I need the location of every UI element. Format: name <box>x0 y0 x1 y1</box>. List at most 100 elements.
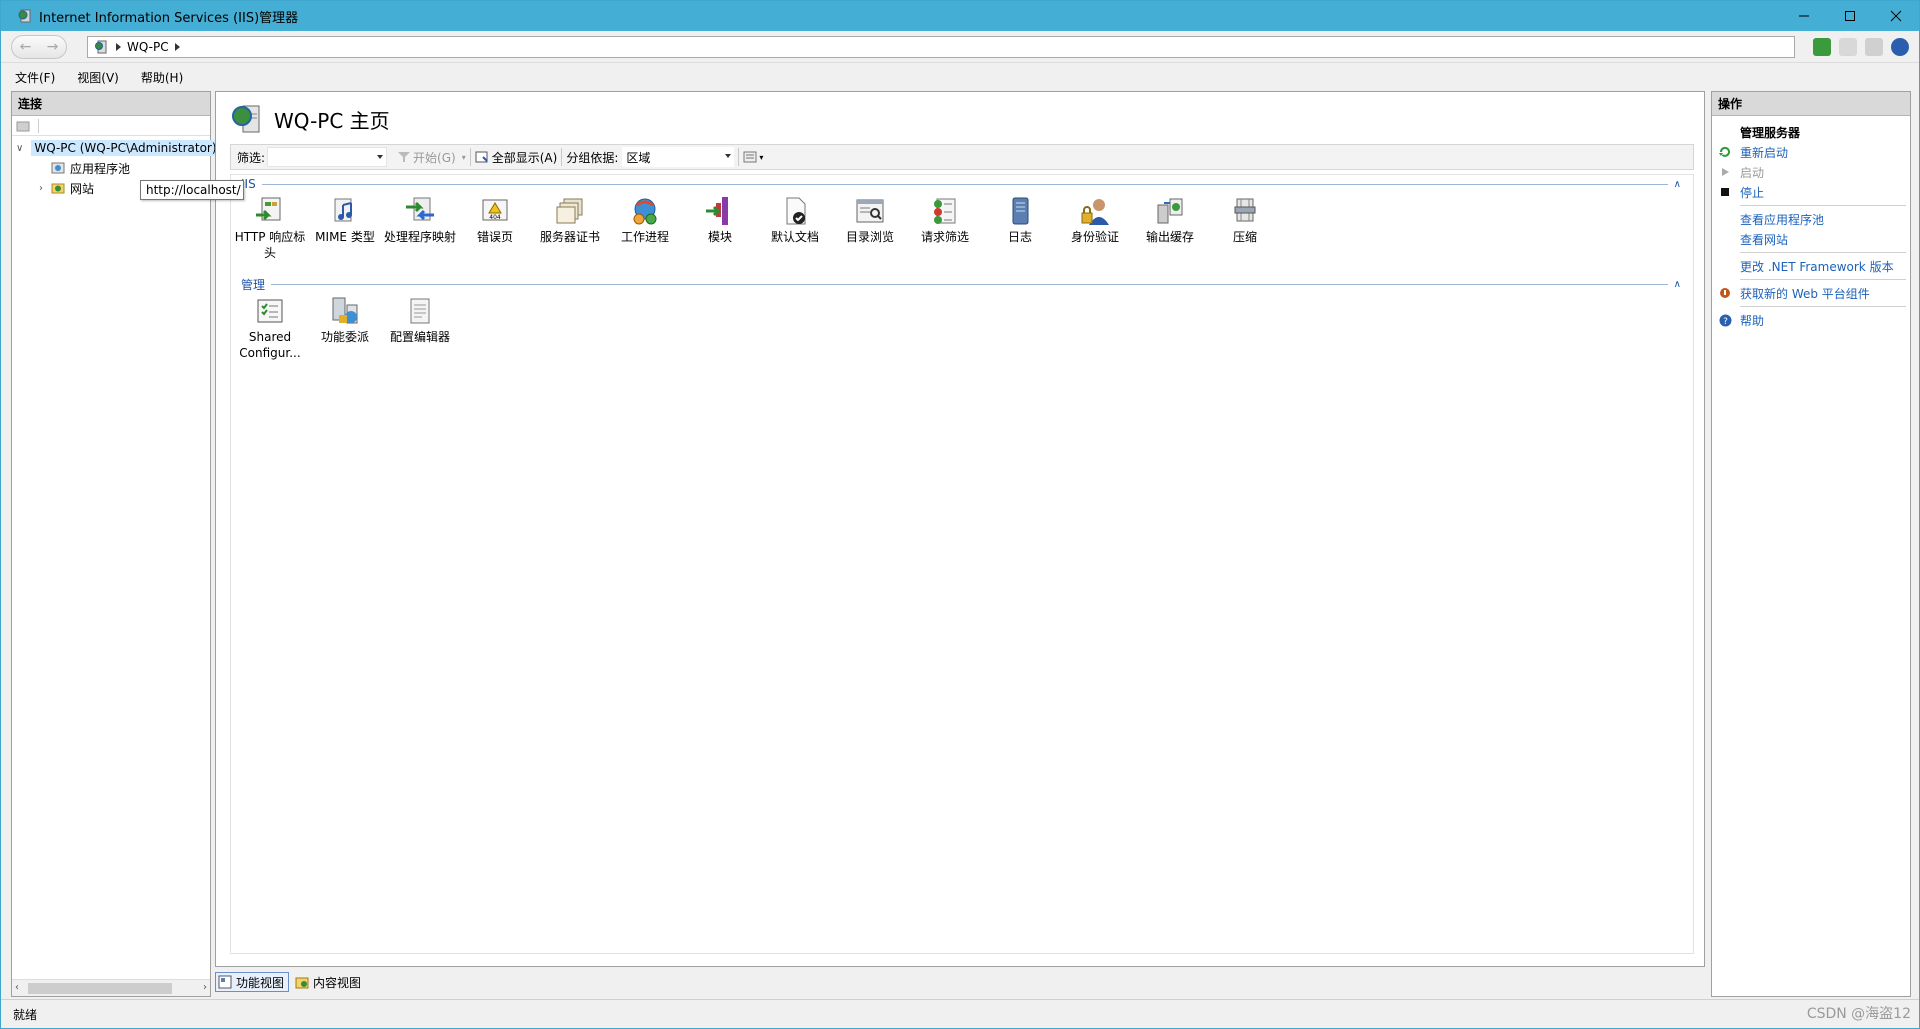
collapse-section-icon[interactable]: ∧ <box>1674 179 1681 190</box>
feature-mime-types[interactable]: MIME 类型 <box>308 195 382 245</box>
iis-app-icon <box>17 8 33 24</box>
home-icon[interactable] <box>1865 38 1883 56</box>
feature-output-caching[interactable]: 输出缓存 <box>1133 195 1207 245</box>
save-connection-icon[interactable] <box>16 119 30 133</box>
actions-header: 操作 <box>1712 92 1910 116</box>
maximize-button[interactable] <box>1827 1 1873 31</box>
section-header-management[interactable]: 管理 ∧ <box>241 275 1681 293</box>
collapse-section-icon[interactable]: ∧ <box>1674 279 1681 290</box>
scroll-right-icon[interactable]: › <box>203 982 207 993</box>
worker-processes-icon <box>633 198 657 225</box>
mime-types-icon <box>334 198 352 222</box>
start-filter-button[interactable]: 开始(G) ▾ <box>397 149 466 166</box>
section-header-iis[interactable]: IIS ∧ <box>241 177 1681 191</box>
show-all-icon <box>475 151 488 163</box>
feature-delegation[interactable]: 功能委派 <box>308 295 382 345</box>
feature-default-document[interactable]: 默认文档 <box>758 195 832 245</box>
tree-label-sites: 网站 <box>70 181 95 196</box>
feature-error-pages[interactable]: 404 错误页 <box>458 195 532 245</box>
minimize-button[interactable] <box>1781 1 1827 31</box>
feature-http-response-headers[interactable]: HTTP 响应标头 <box>233 195 307 261</box>
action-get-web-components[interactable]: 获取新的 Web 平台组件 <box>1712 283 1910 303</box>
page-title: WQ-PC 主页 <box>274 108 390 133</box>
shared-configuration-icon <box>257 299 283 323</box>
refresh-connection-icon[interactable] <box>1813 38 1831 56</box>
action-group-manage-server: 管理服务器 <box>1740 125 1801 140</box>
menu-help[interactable]: 帮助(H) <box>141 69 183 86</box>
status-bar: 就绪 CSDN @海盗12 <box>1 999 1919 1028</box>
show-all-button[interactable]: 全部显示(A) <box>475 149 557 166</box>
address-bar[interactable]: WQ-PC <box>87 36 1795 58</box>
menu-file[interactable]: 文件(F) <box>15 69 55 86</box>
action-view-app-pools[interactable]: 查看应用程序池 <box>1712 209 1910 229</box>
filter-label: 筛选: <box>237 150 266 165</box>
restart-icon <box>1719 146 1730 157</box>
close-button[interactable] <box>1873 1 1919 31</box>
feature-request-filtering[interactable]: 请求筛选 <box>908 195 982 245</box>
page-header: WQ-PC 主页 <box>230 102 390 136</box>
dropdown-caret-icon: ▾ <box>759 152 764 162</box>
feature-server-certificates[interactable]: 服务器证书 <box>533 195 607 245</box>
menu-view[interactable]: 视图(V) <box>77 69 119 86</box>
view-tabs: 功能视图 内容视图 <box>215 971 369 993</box>
feature-shared-configuration[interactable]: Shared Configur... <box>233 295 307 361</box>
configuration-editor-icon <box>410 298 430 324</box>
action-view-sites[interactable]: 查看网站 <box>1712 229 1910 249</box>
feature-directory-browsing[interactable]: 目录浏览 <box>833 195 907 245</box>
feature-worker-processes[interactable]: 工作进程 <box>608 195 682 245</box>
tab-content-view[interactable]: 内容视图 <box>293 972 365 992</box>
app-pool-icon <box>51 162 65 174</box>
dropdown-caret-icon <box>725 154 732 158</box>
server-certificates-icon <box>556 198 583 224</box>
tree-node-app-pools[interactable]: 应用程序池 <box>12 158 210 178</box>
feature-compression[interactable]: 压缩 <box>1208 195 1282 245</box>
window-title: Internet Information Services (IIS)管理器 <box>39 10 299 26</box>
collapse-icon[interactable]: ∨ <box>16 143 23 154</box>
tree-label-server: WQ-PC (WQ-PC\Administrator) <box>31 140 220 156</box>
feature-modules[interactable]: 模块 <box>683 195 757 245</box>
modules-icon <box>706 197 728 225</box>
feature-logging[interactable]: 日志 <box>983 195 1057 245</box>
tab-features-view[interactable]: 功能视图 <box>215 972 290 992</box>
funnel-icon <box>398 152 411 162</box>
nav-buttons: ← → <box>11 35 67 59</box>
action-stop[interactable]: 停止 <box>1712 182 1910 202</box>
connections-header: 连接 <box>12 92 210 116</box>
title-bar: Internet Information Services (IIS)管理器 <box>1 1 1919 31</box>
group-by-label: 分组依据: <box>566 150 619 165</box>
stop-icon[interactable] <box>1839 38 1857 56</box>
group-by-select[interactable]: 区域 <box>622 147 735 167</box>
view-mode-button[interactable]: ▾ <box>743 151 763 163</box>
filter-bar: 筛选: 开始(G) ▾ 全部显示(A) 分组依据: 区域 ▾ <box>230 144 1694 170</box>
features-view-icon <box>218 975 232 989</box>
action-start[interactable]: 启动 <box>1712 162 1910 182</box>
forward-arrow-icon[interactable]: → <box>47 39 59 55</box>
feature-authentication[interactable]: 身份验证 <box>1058 195 1132 245</box>
feature-handler-mappings[interactable]: 处理程序映射 <box>383 195 457 245</box>
back-arrow-icon[interactable]: ← <box>20 39 32 55</box>
horizontal-scrollbar[interactable]: ‹ › <box>12 979 210 996</box>
action-restart[interactable]: 重新启动 <box>1712 142 1910 162</box>
scroll-left-icon[interactable]: ‹ <box>15 982 19 993</box>
section-title: 管理 <box>241 275 266 293</box>
svg-text:?: ? <box>1723 317 1728 327</box>
close-icon <box>1890 10 1902 22</box>
action-change-framework[interactable]: 更改 .NET Framework 版本 <box>1712 256 1910 276</box>
authentication-icon <box>1081 199 1109 225</box>
scrollbar-thumb[interactable] <box>28 983 172 994</box>
breadcrumb-server[interactable]: WQ-PC <box>127 40 169 54</box>
action-help[interactable]: ? 帮助 <box>1712 310 1910 330</box>
feature-configuration-editor[interactable]: 配置编辑器 <box>383 295 457 345</box>
tree-node-server[interactable]: ∨ WQ-PC (WQ-PC\Administrator) <box>12 138 220 158</box>
maximize-icon <box>1845 11 1855 21</box>
menu-bar: 文件(F) 视图(V) 帮助(H) <box>1 64 1919 90</box>
help-icon[interactable] <box>1891 38 1909 56</box>
actions-pane: 操作 管理服务器 重新启动 启动 停止 查看应用程序池 查看网站 更改 .NET… <box>1711 91 1911 997</box>
svg-text:404: 404 <box>489 214 501 221</box>
filter-input[interactable] <box>267 147 388 167</box>
dropdown-caret-icon[interactable]: ▾ <box>462 153 466 162</box>
expand-icon[interactable]: › <box>36 183 46 194</box>
breadcrumb-chevron-icon[interactable] <box>174 43 180 51</box>
request-filtering-icon <box>934 198 956 224</box>
handler-mappings-icon <box>406 197 434 221</box>
